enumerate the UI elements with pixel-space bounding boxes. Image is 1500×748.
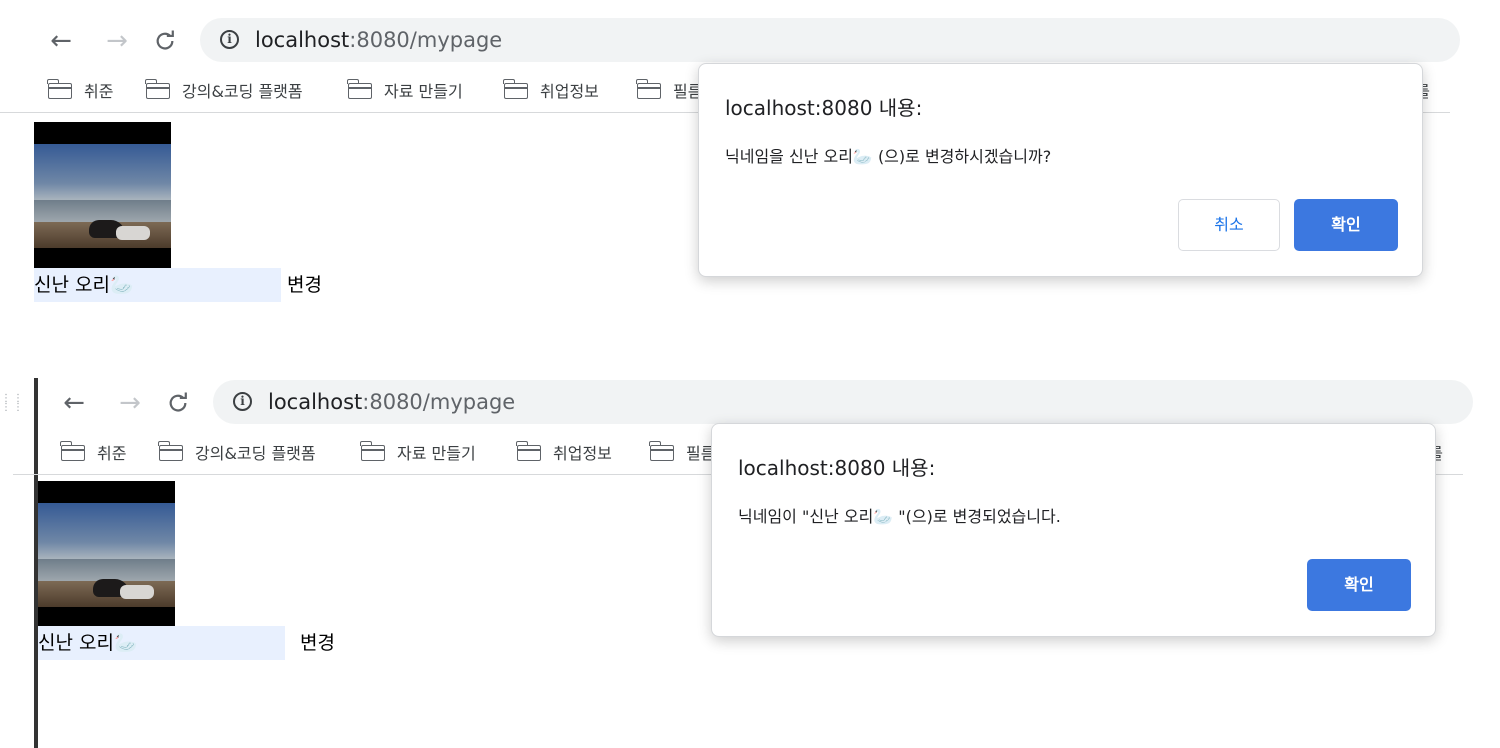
bookmark-label: 자료 만들기 (384, 82, 463, 101)
back-arrow-icon[interactable]: ← (57, 386, 91, 420)
url-text[interactable]: localhost:8080/mypage (268, 389, 515, 415)
site-info-icon[interactable]: i (220, 30, 239, 49)
reload-icon[interactable] (148, 24, 182, 58)
url-text[interactable]: localhost:8080/mypage (255, 27, 502, 53)
bookmark-label: 취업정보 (540, 82, 599, 101)
folder-icon (145, 79, 170, 99)
nickname-input[interactable]: 신난 오리🦢 (38, 626, 285, 660)
browser-window: ← → i localhost:8080/mypage 취준 강의&코딩 플랫폼… (13, 362, 1473, 748)
address-bar[interactable]: i localhost:8080/mypage (213, 380, 1473, 424)
bookmark-folder[interactable]: 취업정보 (503, 78, 599, 106)
url-path: :8080/mypage (362, 390, 516, 414)
bookmark-folder[interactable]: 필름 (649, 440, 715, 468)
bookmark-folder[interactable]: 취업정보 (516, 440, 612, 468)
change-button[interactable]: 변경 (287, 269, 322, 301)
folder-icon (347, 79, 372, 99)
address-bar[interactable]: i localhost:8080/mypage (200, 18, 1460, 62)
confirm-dialog: localhost:8080 내용: 닉네임을 신난 오리🦢 (으)로 변경하시… (698, 63, 1423, 277)
alert-dialog: localhost:8080 내용: 닉네임이 "신난 오리🦢 "(으)로 변경… (711, 423, 1436, 637)
change-button[interactable]: 변경 (300, 627, 335, 659)
bookmark-label: 취준 (84, 82, 114, 101)
browser-toolbar: ← → i localhost:8080/mypage (13, 378, 1473, 426)
site-info-icon[interactable]: i (233, 392, 252, 411)
bookmark-folder[interactable]: 자료 만들기 (347, 78, 463, 106)
bookmark-folder[interactable]: 필름 (636, 78, 702, 106)
url-path: :8080/mypage (349, 28, 503, 52)
folder-icon (60, 441, 85, 461)
dialog-title: localhost:8080 내용: (738, 456, 936, 480)
bookmark-label: 자료 만들기 (397, 444, 476, 463)
bookmark-folder[interactable]: 자료 만들기 (360, 440, 476, 468)
bookmark-label: 강의&코딩 플랫폼 (195, 444, 316, 463)
reload-icon[interactable] (161, 386, 195, 420)
bookmark-folder[interactable]: 강의&코딩 플랫폼 (145, 78, 303, 106)
browser-screenshot-confirm: ← → i localhost:8080/mypage 취준 강의&코딩 플랫폼… (0, 0, 1500, 360)
url-host: localhost (268, 390, 363, 414)
folder-icon (503, 79, 528, 99)
profile-photo (38, 481, 175, 627)
forward-arrow-icon[interactable]: → (113, 386, 147, 420)
cancel-button[interactable]: 취소 (1178, 199, 1280, 251)
dialog-title: localhost:8080 내용: (725, 96, 923, 120)
nickname-input[interactable]: 신난 오리🦢 (34, 268, 281, 302)
forward-arrow-icon[interactable]: → (100, 24, 134, 58)
bookmark-label: 취업정보 (553, 444, 612, 463)
ok-button[interactable]: 확인 (1294, 199, 1398, 251)
folder-icon (636, 79, 661, 99)
url-host: localhost (255, 28, 350, 52)
folder-icon (516, 441, 541, 461)
back-arrow-icon[interactable]: ← (44, 24, 78, 58)
folder-icon (47, 79, 72, 99)
bookmark-label: 강의&코딩 플랫폼 (182, 82, 303, 101)
dialog-message: 닉네임을 신난 오리🦢 (으)로 변경하시겠습니까? (725, 147, 1052, 166)
folder-icon (158, 441, 183, 461)
bookmark-folder[interactable]: 취준 (47, 78, 114, 106)
browser-window: ← → i localhost:8080/mypage 취준 강의&코딩 플랫폼… (0, 0, 1460, 360)
bookmark-label: 취준 (97, 444, 127, 463)
folder-icon (649, 441, 674, 461)
ok-button[interactable]: 확인 (1307, 559, 1411, 611)
bookmark-folder[interactable]: 강의&코딩 플랫폼 (158, 440, 316, 468)
browser-screenshot-alert: ⋮⋮ ⋮⋮ ← → i localhost:8080/mypage 취준 강의&코… (0, 362, 1500, 748)
bookmark-folder[interactable]: 취준 (60, 440, 127, 468)
folder-icon (360, 441, 385, 461)
dialog-message: 닉네임이 "신난 오리🦢 "(으)로 변경되었습니다. (738, 507, 1061, 526)
profile-photo (34, 122, 171, 268)
browser-toolbar: ← → i localhost:8080/mypage (0, 16, 1460, 64)
